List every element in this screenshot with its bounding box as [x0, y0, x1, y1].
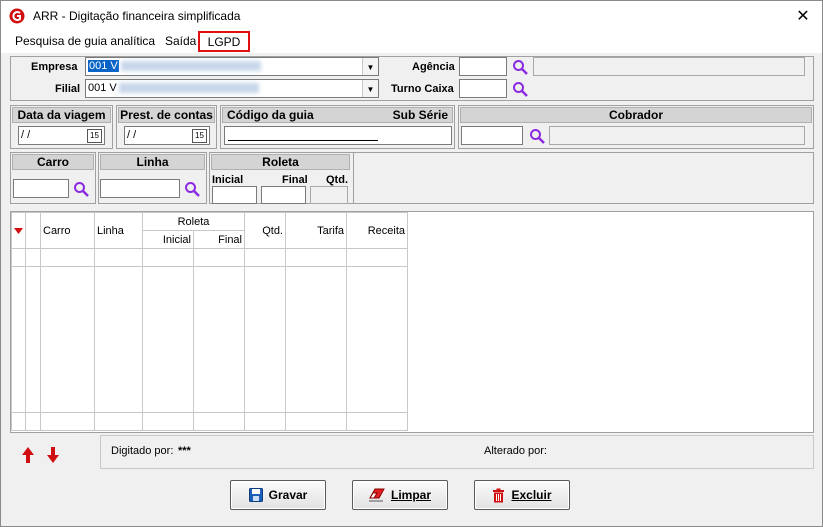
prest-contas-header: Prest. de contas	[118, 107, 215, 123]
filial-select[interactable]: 001 V ▼	[85, 79, 379, 98]
turno-search-icon[interactable]	[512, 81, 528, 97]
turno-caixa-input[interactable]	[459, 79, 507, 98]
limpar-button[interactable]: Limpar	[352, 480, 448, 510]
data-viagem-header: Data da viagem	[12, 107, 111, 123]
arrow-up-icon[interactable]	[21, 446, 35, 464]
gravar-label: Gravar	[268, 488, 308, 502]
carro-search-icon[interactable]	[73, 181, 89, 197]
roleta-inicial-input[interactable]	[212, 186, 257, 204]
prest-contas-value: / /	[127, 129, 137, 141]
save-icon	[248, 488, 263, 502]
close-icon: ✕	[796, 8, 810, 25]
roleta-final-input[interactable]	[261, 186, 306, 204]
menu-saida[interactable]: Saída	[165, 34, 196, 48]
agencia-input[interactable]	[459, 57, 507, 76]
codigo-guia-mask	[228, 140, 378, 141]
app-logo-icon	[9, 8, 25, 24]
linha-header: Linha	[100, 154, 205, 170]
limpar-label: Limpar	[390, 488, 431, 502]
cobrador-panel: Cobrador	[458, 105, 814, 149]
menu-pesquisa-guia[interactable]: Pesquisa de guia analítica	[15, 34, 155, 48]
codigo-guia-label: Código da guia	[227, 108, 314, 122]
digitado-value: ***	[178, 445, 191, 457]
cobrador-search-icon[interactable]	[529, 128, 545, 144]
table-row[interactable]	[11, 248, 408, 267]
filial-value: 001 V	[88, 82, 117, 94]
empresa-redacted	[120, 61, 261, 72]
calendar-icon[interactable]: 15	[87, 129, 102, 143]
trash-icon	[493, 488, 505, 502]
roleta-inicial-label: Inicial	[212, 174, 244, 186]
linha-input[interactable]	[100, 179, 180, 198]
alterado-label: Alterado por:	[484, 445, 547, 457]
codigo-guia-panel: Código da guia Sub Série	[220, 105, 455, 149]
excluir-button[interactable]: Excluir	[474, 480, 570, 510]
agencia-search-icon[interactable]	[512, 59, 528, 75]
excluir-label: Excluir	[511, 488, 552, 502]
roleta-qtd-label: Qtd.	[326, 174, 348, 186]
menu-lgpd-label: LGPD	[207, 34, 241, 49]
main-window: ARR - Digitação financeira simplificada …	[0, 0, 823, 527]
roleta-final-label: Final	[282, 174, 308, 186]
col-qtd[interactable]: Qtd.	[244, 212, 286, 249]
agencia-label: Agência	[412, 61, 455, 73]
prest-contas-panel: Prest. de contas / / 15	[116, 105, 217, 149]
digitado-label: Digitado por:	[111, 445, 174, 457]
col-receita[interactable]: Receita	[346, 212, 408, 249]
sort-down-icon	[14, 227, 23, 234]
col-inicial[interactable]: Inicial	[142, 230, 194, 249]
chevron-down-icon[interactable]: ▼	[362, 58, 378, 75]
filial-label: Filial	[55, 83, 81, 95]
col-carro[interactable]: Carro	[40, 212, 95, 249]
menu-lgpd[interactable]: LGPD	[198, 31, 250, 52]
empresa-select[interactable]: 001 V ▼	[85, 57, 379, 76]
empresa-value: 001 V	[88, 60, 119, 72]
entries-grid[interactable]: Carro Linha Roleta Qtd. Tarifa Receita I…	[10, 211, 814, 433]
menu-bar: Pesquisa de guia analítica Saída LGPD	[1, 31, 822, 53]
select-header	[25, 212, 41, 249]
col-final[interactable]: Final	[193, 230, 245, 249]
carro-header: Carro	[12, 154, 94, 170]
data-viagem-panel: Data da viagem / / 15	[10, 105, 113, 149]
audit-panel: Digitado por: *** Alterado por:	[100, 435, 814, 469]
chevron-down-icon[interactable]: ▼	[362, 80, 378, 97]
roleta-header: Roleta	[211, 154, 350, 170]
linha-panel: Linha	[98, 152, 207, 204]
col-tarifa[interactable]: Tarifa	[285, 212, 347, 249]
roleta-panel: Roleta Inicial Final Qtd.	[209, 152, 814, 204]
turno-caixa-label: Turno Caixa	[391, 83, 454, 95]
col-linha[interactable]: Linha	[94, 212, 143, 249]
title-bar: ARR - Digitação financeira simplificada …	[1, 1, 822, 31]
eraser-icon	[368, 488, 385, 502]
codigo-guia-input[interactable]	[224, 126, 452, 145]
agencia-description	[533, 57, 805, 76]
carro-input[interactable]	[13, 179, 69, 198]
row-indicator-header	[11, 212, 26, 249]
table-row[interactable]	[11, 266, 408, 413]
filial-redacted	[118, 83, 259, 94]
cobrador-description	[549, 126, 805, 145]
cobrador-header: Cobrador	[460, 107, 812, 123]
table-footer-row	[11, 412, 408, 431]
window-title: ARR - Digitação financeira simplificada	[33, 9, 241, 23]
roleta-qtd-input	[310, 186, 348, 204]
data-viagem-value: / /	[21, 129, 31, 141]
close-button[interactable]: ✕	[790, 5, 816, 27]
col-roleta: Roleta	[142, 212, 245, 231]
codigo-guia-header: Código da guia Sub Série	[222, 107, 453, 123]
linha-search-icon[interactable]	[184, 181, 200, 197]
carro-panel: Carro	[10, 152, 96, 204]
calendar-icon[interactable]: 15	[192, 129, 207, 143]
roleta-divider	[353, 153, 354, 203]
cobrador-input[interactable]	[461, 126, 523, 145]
data-viagem-input[interactable]: / / 15	[18, 126, 105, 145]
prest-contas-input[interactable]: / / 15	[124, 126, 210, 145]
empresa-label: Empresa	[31, 61, 78, 73]
filter-panel: Empresa 001 V ▼ Filial 001 V ▼ Agência T…	[10, 56, 814, 101]
sub-serie-label: Sub Série	[392, 108, 448, 122]
arrow-down-icon[interactable]	[46, 446, 60, 464]
gravar-button[interactable]: Gravar	[230, 480, 326, 510]
entries-table: Carro Linha Roleta Qtd. Tarifa Receita I…	[11, 212, 408, 431]
